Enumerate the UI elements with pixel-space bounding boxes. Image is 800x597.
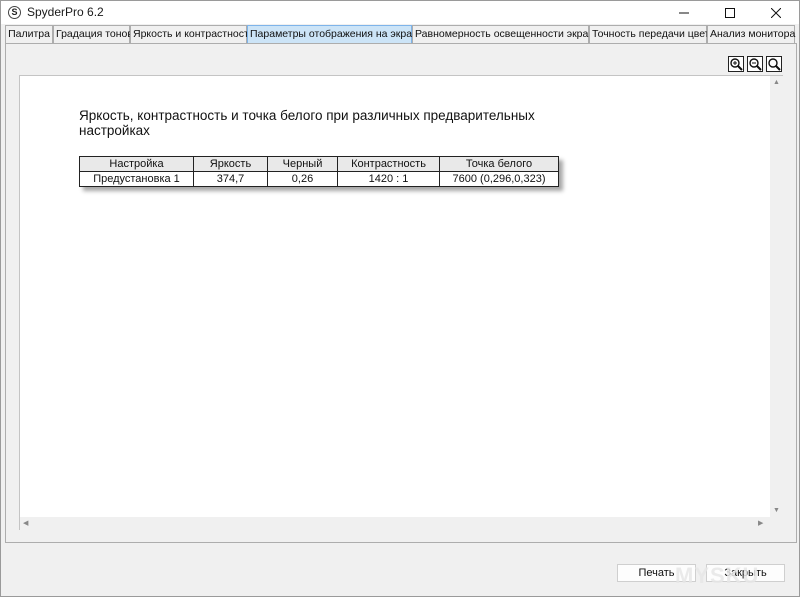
minimize-icon [679,12,689,13]
report-page: Яркость, контрастность и точка белого пр… [20,76,770,517]
scroll-left-icon[interactable]: ◀ [23,519,28,528]
tab-monitor-analysis[interactable]: Анализ монитора [707,25,795,43]
tab-screen-uniformity[interactable]: Равномерность освещенности экрана [412,25,600,43]
report-viewer: Яркость, контрастность и точка белого пр… [19,75,783,530]
minimize-button[interactable] [661,1,707,24]
title-bar[interactable]: S SpyderPro 6.2 [1,1,799,24]
close-icon [771,7,781,18]
table-cell: 374,7 [193,171,268,187]
scroll-corner [770,517,783,530]
column-header: Настройка [79,156,194,172]
table-cell: 0,26 [267,171,338,187]
zoom-fit-icon [768,58,781,71]
zoom-out-button[interactable] [747,56,763,72]
table-cell: 7600 (0,296,0,323) [439,171,559,187]
column-header: Яркость [193,156,268,172]
tab-tone-gradation[interactable]: Градация тонов [53,25,133,43]
column-header: Точка белого [439,156,559,172]
vertical-scrollbar[interactable]: ▲ ▼ [770,76,783,517]
tab-bar: Палитра Градация тонов Яркость и контрас… [5,25,797,43]
window-title: SpyderPro 6.2 [27,5,104,19]
tab-color-accuracy[interactable]: Точность передачи цвета [589,25,715,43]
zoom-fit-button[interactable] [766,56,782,72]
zoom-in-icon [730,58,743,71]
scroll-up-icon[interactable]: ▲ [773,78,780,87]
app-logo-icon: S [8,6,21,19]
scroll-right-icon[interactable]: ▶ [758,519,763,528]
table-header-row: Настройка Яркость Черный Контрастность Т… [79,156,559,172]
table-cell: Предустановка 1 [79,171,194,187]
zoom-in-button[interactable] [728,56,744,72]
zoom-out-icon [749,58,762,71]
tab-display-parameters[interactable]: Параметры отображения на экране [247,25,424,43]
watermark: MYSKU [675,563,760,588]
app-window: S SpyderPro 6.2 Палитра Градация тонов Я… [0,0,800,597]
report-table: Настройка Яркость Черный Контрастность Т… [79,156,559,187]
table-cell: 1420 : 1 [337,171,440,187]
scroll-down-icon[interactable]: ▼ [773,506,780,515]
column-header: Черный [267,156,338,172]
tab-brightness-contrast[interactable]: Яркость и контрастность [130,25,254,43]
tab-palette[interactable]: Палитра [5,25,53,43]
maximize-icon [725,7,735,18]
horizontal-scrollbar[interactable]: ◀ ▶ [20,517,770,530]
close-window-button[interactable] [753,1,799,24]
column-header: Контрастность [337,156,440,172]
table-row: Предустановка 1 374,7 0,26 1420 : 1 7600… [79,171,559,187]
report-title: Яркость, контрастность и точка белого пр… [79,108,535,138]
maximize-button[interactable] [707,1,753,24]
